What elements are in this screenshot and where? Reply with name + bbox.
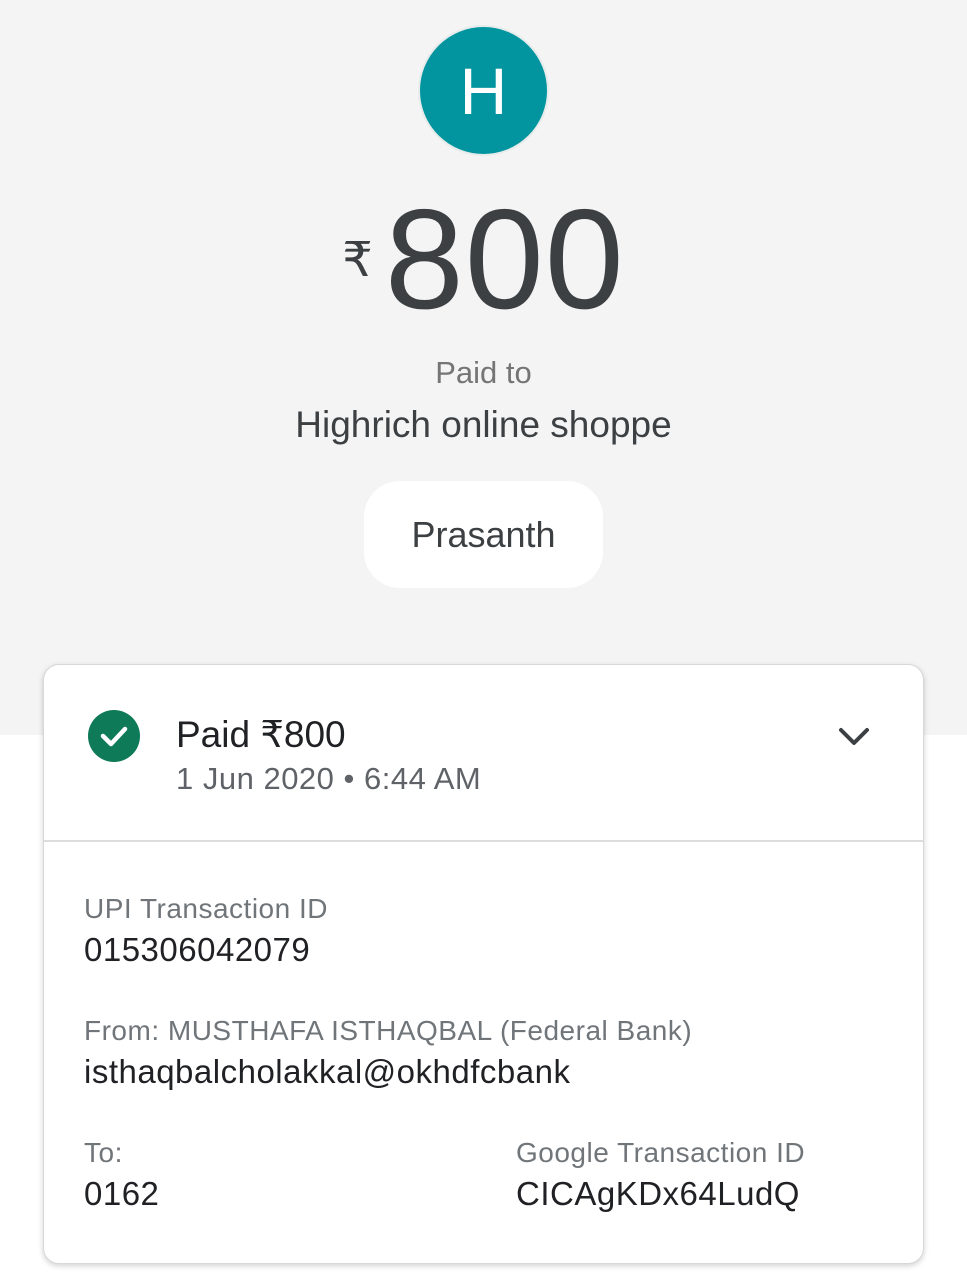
check-circle-icon xyxy=(88,710,140,762)
from-label: From: MUSTHAFA ISTHAQBAL (Federal Bank) xyxy=(84,1015,693,1046)
currency-symbol: ₹ xyxy=(342,234,373,287)
google-transaction-id-value: CICAgKDx64LudQ xyxy=(516,1175,800,1212)
to-value: 0162 xyxy=(84,1175,160,1212)
avatar-letter: H xyxy=(459,53,508,128)
chevron-down-icon[interactable] xyxy=(834,721,874,751)
to-label: To: xyxy=(84,1137,123,1168)
transaction-details-card: Paid ₹800 1 Jun 2020 • 6:44 AM UPI Trans… xyxy=(43,664,924,1264)
merchant-avatar: H xyxy=(418,25,549,156)
upi-transaction-id-label: UPI Transaction ID xyxy=(84,893,328,924)
merchant-name: Highrich online shoppe xyxy=(295,404,672,445)
from-upi-id: isthaqbalcholakkal@okhdfcbank xyxy=(84,1053,571,1090)
amount-value: 800 xyxy=(384,180,625,339)
payment-status-title: Paid ₹800 xyxy=(176,714,346,755)
payer-name: Prasanth xyxy=(411,513,556,555)
payment-datetime: 1 Jun 2020 • 6:44 AM xyxy=(176,761,482,796)
amount-display: ₹ 800 xyxy=(0,180,967,339)
payment-status-row[interactable]: Paid ₹800 1 Jun 2020 • 6:44 AM xyxy=(44,665,923,842)
google-transaction-id-label: Google Transaction ID xyxy=(516,1137,806,1168)
upi-transaction-id-value: 015306042079 xyxy=(84,931,311,968)
payer-name-chip[interactable]: Prasanth xyxy=(364,481,603,588)
paid-to-label: Paid to xyxy=(435,355,532,390)
